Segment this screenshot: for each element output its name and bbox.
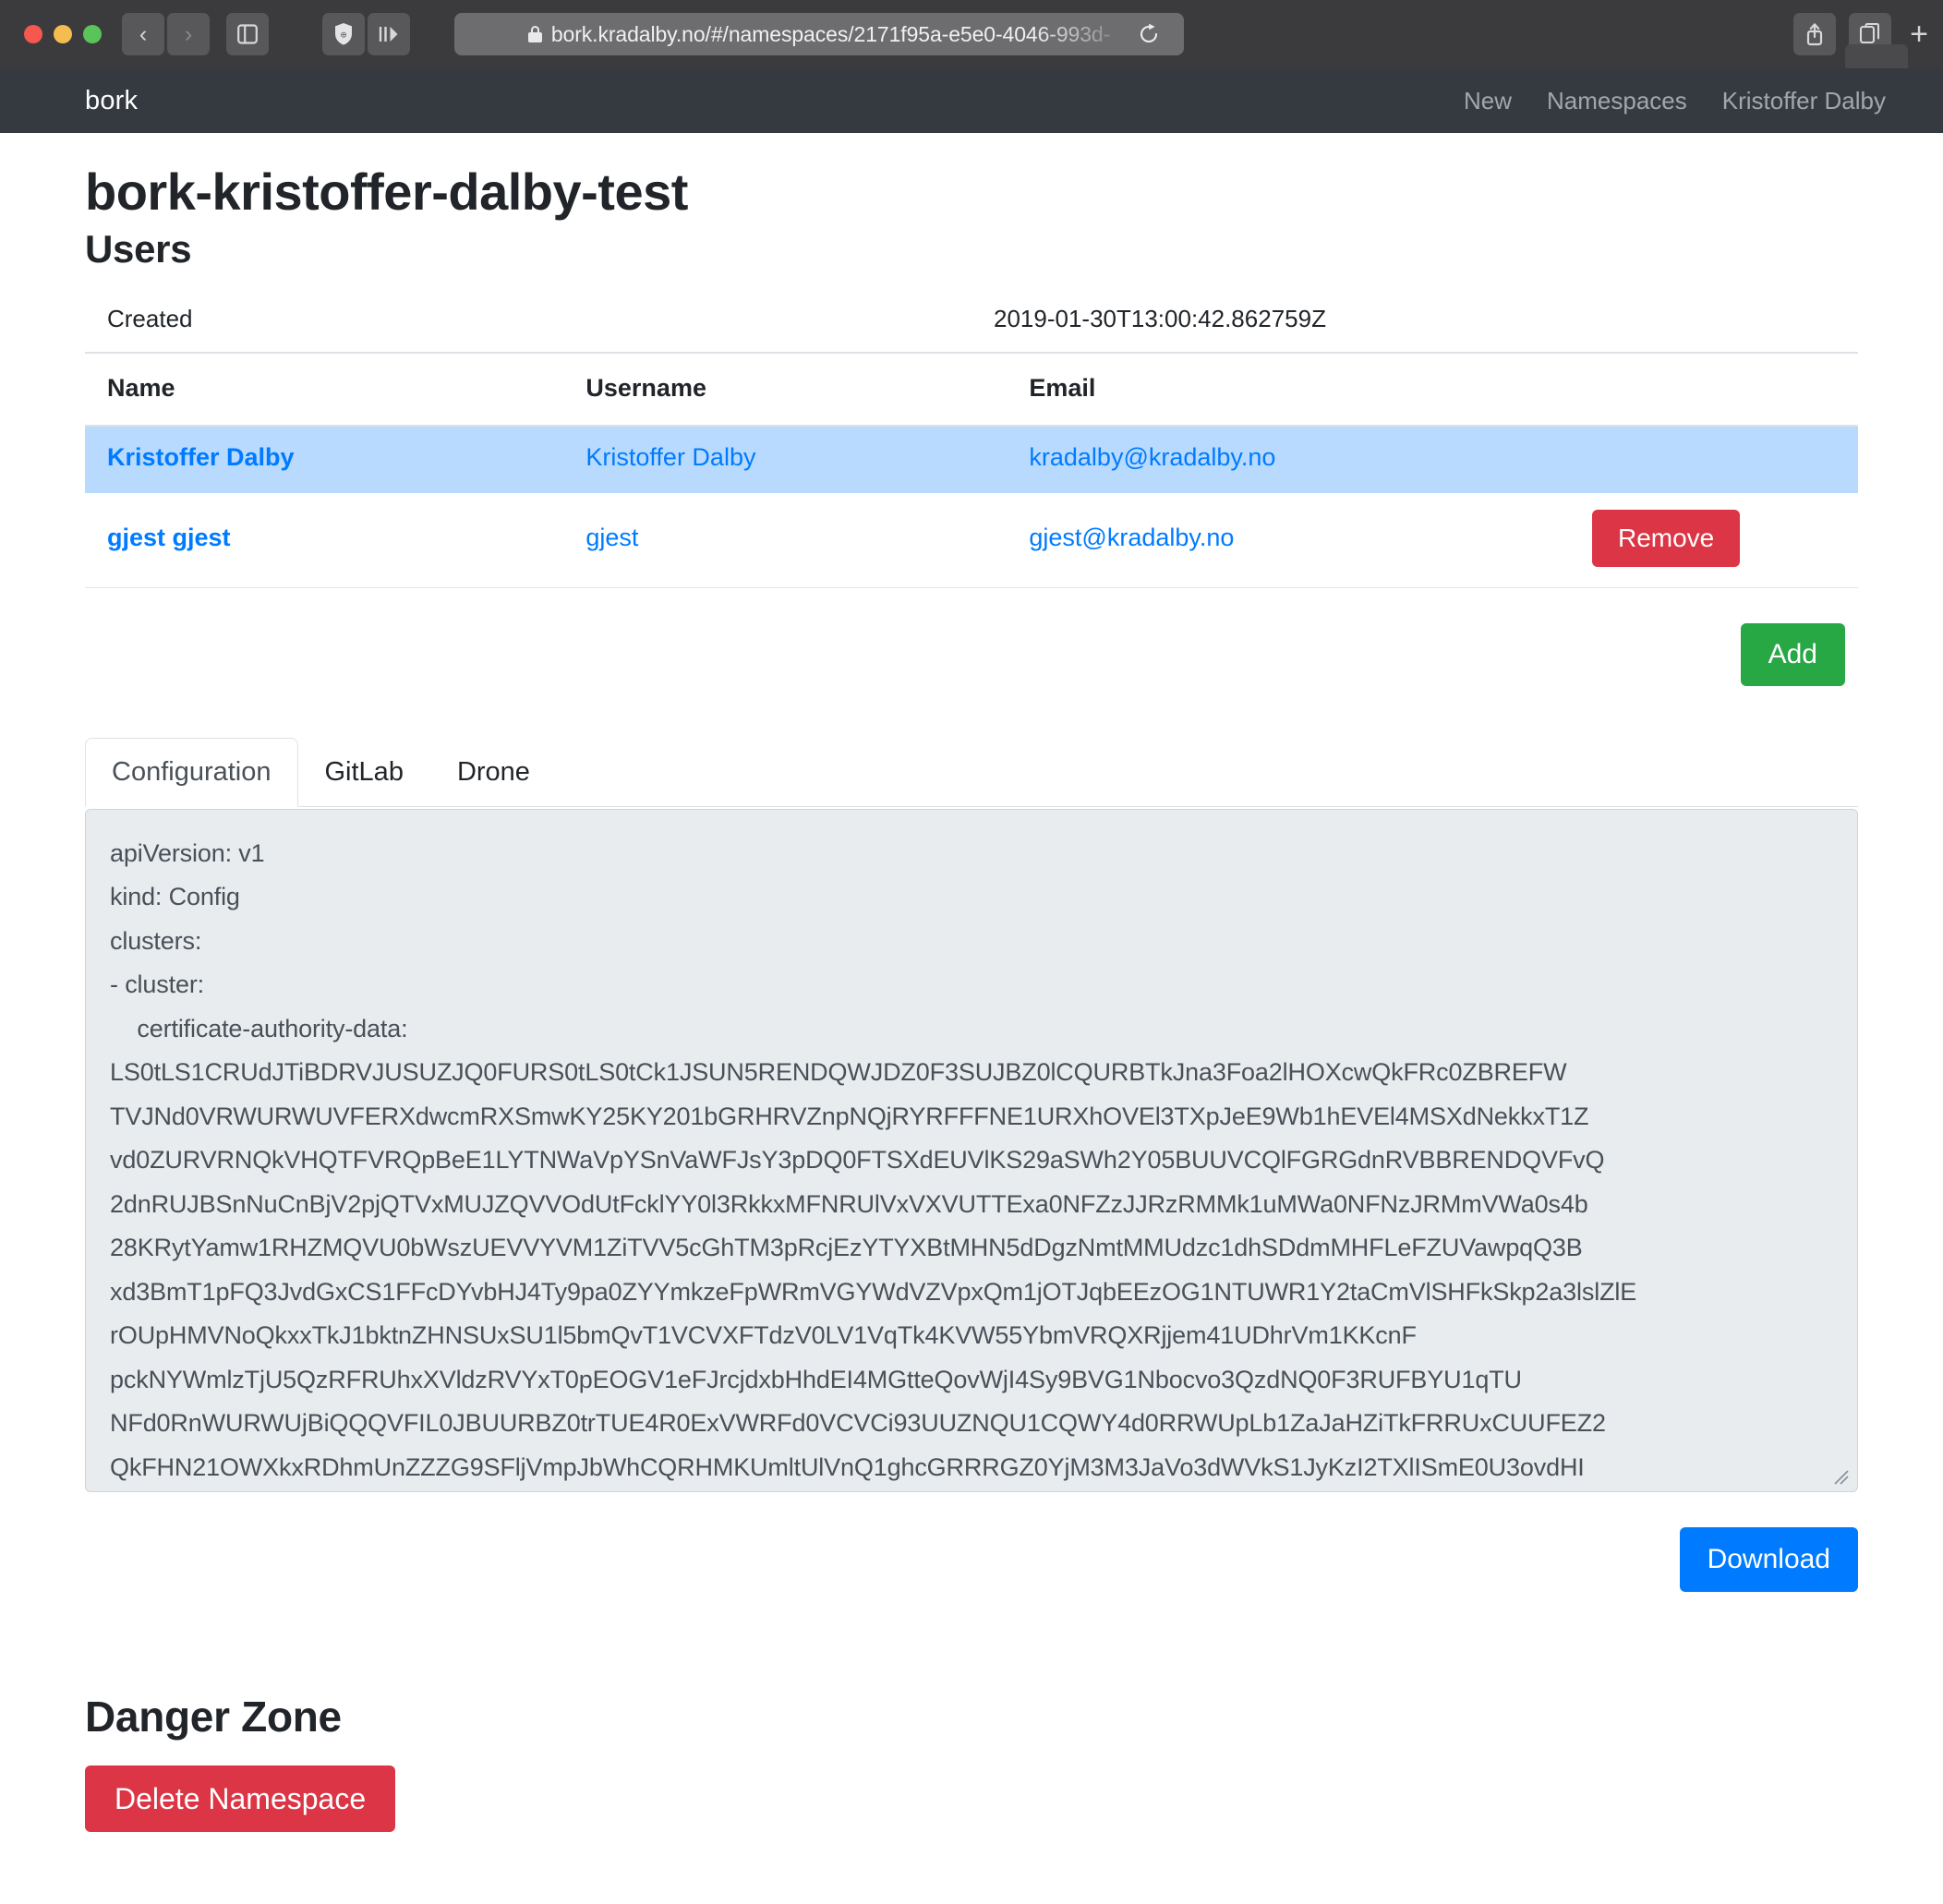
config-ca-data-line: NFd0RnWURWUjBiQQQVFIL0JBUURBZ0trTUE4R0Ex… xyxy=(110,1409,1606,1438)
config-tabs: Configuration GitLab Drone xyxy=(85,737,1858,807)
config-ca-data-line: QkFHN21OWXkxRDhmUnZZZG9SFljVmpJbWhCQRHMK… xyxy=(110,1452,1585,1481)
created-value: 2019-01-30T13:00:42.862759Z xyxy=(972,289,1858,354)
users-header-row: Name Username Email xyxy=(85,353,1858,427)
navigation-buttons: ‹ › xyxy=(122,13,210,55)
reader-view-icon xyxy=(379,27,398,42)
close-window-button[interactable] xyxy=(24,25,42,43)
user-username[interactable]: gjest xyxy=(563,492,1008,588)
users-table: Name Username Email Kristoffer Dalby Kri… xyxy=(85,353,1858,588)
users-table-body: Kristoffer Dalby Kristoffer Dalby kradal… xyxy=(85,425,1858,588)
user-actions xyxy=(1591,425,1858,493)
delete-namespace-button[interactable]: Delete Namespace xyxy=(85,1765,396,1832)
config-ca-data-line: 28KRytYamw1RHZMQVU0bWszUEVVYVM1ZiTVV5cGh… xyxy=(110,1234,1583,1262)
maximize-window-button[interactable] xyxy=(83,25,102,43)
users-heading: Users xyxy=(85,227,192,271)
forward-button[interactable]: › xyxy=(167,13,210,55)
config-line: - cluster: xyxy=(110,970,205,999)
reader-view-button[interactable] xyxy=(368,13,410,55)
shield-icon: ⊕ xyxy=(335,23,352,45)
created-label: Created xyxy=(85,289,972,354)
tab-overview-icon xyxy=(1860,23,1880,44)
column-header-email: Email xyxy=(1007,353,1592,427)
add-user-row: Add xyxy=(85,588,1858,686)
minimize-window-button[interactable] xyxy=(54,25,72,43)
window-traffic-lights xyxy=(24,25,102,43)
config-ca-data-line: vd0ZURVRNQkVHQTFVRQpBeE1LYTNWaVpYSnVaWFJ… xyxy=(110,1146,1605,1175)
page-content: bork-kristoffer-dalby-test Users Created… xyxy=(0,133,1943,1832)
danger-zone-section: Danger Zone Delete Namespace xyxy=(85,1692,1858,1832)
table-row[interactable]: gjest gjest gjest gjest@kradalby.no Remo… xyxy=(85,492,1858,588)
shield-button[interactable]: ⊕ xyxy=(322,13,365,55)
tab-configuration[interactable]: Configuration xyxy=(85,737,298,807)
address-bar[interactable]: bork.kradalby.no/#/namespaces/2171f95a-e… xyxy=(454,13,1184,55)
add-user-button[interactable]: Add xyxy=(1740,622,1845,686)
user-username[interactable]: Kristoffer Dalby xyxy=(563,425,1008,493)
user-name[interactable]: gjest gjest xyxy=(85,492,564,588)
browser-toolbar: ‹ › ⊕ bork.kradalby.no/#/namespaces/2171… xyxy=(0,0,1943,68)
created-row: Created 2019-01-30T13:00:42.862759Z xyxy=(85,289,1858,354)
sidebar-toggle-button[interactable] xyxy=(226,13,269,55)
config-line: apiVersion: v1 xyxy=(110,838,265,867)
config-ca-data-line: pckNYWmlzTjU5QzRFRUhxXVldzRVYxT0pEOGV1eF… xyxy=(110,1365,1522,1393)
download-button[interactable]: Download xyxy=(1679,1526,1858,1592)
chevron-right-icon: › xyxy=(184,20,193,47)
new-tab-button[interactable]: + xyxy=(1904,18,1928,50)
sidebar-toggle-icon xyxy=(237,24,258,44)
app-navbar: bork New Namespaces Kristoffer Dalby xyxy=(0,68,1943,133)
reload-icon[interactable] xyxy=(1138,23,1160,45)
tab-gitlab[interactable]: GitLab xyxy=(298,738,430,807)
back-button[interactable]: ‹ xyxy=(122,13,164,55)
url-text: bork.kradalby.no/#/namespaces/2171f95a-e… xyxy=(550,21,1111,46)
config-ca-data-line: TVJNd0VRWURWUVFERXdwcmRXSmwKY25KY201bGRH… xyxy=(110,1102,1589,1130)
column-header-actions xyxy=(1591,353,1858,427)
user-email[interactable]: gjest@kradalby.no xyxy=(1007,492,1592,588)
configuration-textarea[interactable]: apiVersion: v1 kind: Config clusters: - … xyxy=(85,808,1858,1492)
share-icon xyxy=(1807,23,1823,46)
user-email[interactable]: kradalby@kradalby.no xyxy=(1007,425,1592,493)
user-name[interactable]: Kristoffer Dalby xyxy=(85,425,564,493)
page-title: bork-kristoffer-dalby-test xyxy=(85,163,688,221)
remove-user-button[interactable]: Remove xyxy=(1591,509,1741,567)
users-table-head: Name Username Email xyxy=(85,353,1858,427)
browser-tab-edge[interactable] xyxy=(1845,44,1908,68)
chevron-left-icon: ‹ xyxy=(139,20,148,47)
user-actions: Remove xyxy=(1591,492,1858,588)
svg-text:⊕: ⊕ xyxy=(340,30,347,40)
address-bar-content: bork.kradalby.no/#/namespaces/2171f95a-e… xyxy=(527,21,1111,47)
content-blocker-group: ⊕ xyxy=(322,13,410,55)
nav-link-namespaces[interactable]: Namespaces xyxy=(1547,87,1687,115)
config-tabs-section: Configuration GitLab Drone apiVersion: v… xyxy=(85,737,1858,1592)
tab-drone[interactable]: Drone xyxy=(430,738,557,807)
danger-zone-title: Danger Zone xyxy=(85,1692,342,1741)
nav-link-user[interactable]: Kristoffer Dalby xyxy=(1722,87,1886,115)
share-button[interactable] xyxy=(1793,13,1837,55)
config-ca-data-line: xd3BmT1pFQ3JvdGxCS1FFcDYvbHJ4Ty9pa0ZYYmk… xyxy=(110,1277,1637,1306)
column-header-name: Name xyxy=(85,353,564,427)
nav-link-new[interactable]: New xyxy=(1464,87,1512,115)
navbar-links: New Namespaces Kristoffer Dalby xyxy=(1464,87,1886,115)
config-line: clusters: xyxy=(110,926,202,955)
config-ca-data-line: LS0tLS1CRUdJTiBDRVJUSUZJQ0FURS0tLS0tCk1J… xyxy=(110,1058,1567,1087)
lock-icon xyxy=(527,26,542,42)
brand-logo[interactable]: bork xyxy=(85,86,138,116)
config-ca-data-line: 2dnRUJBSnNuCnBjV2pjQTVxMUJZQVVOdUtFcklYY… xyxy=(110,1189,1588,1218)
namespace-meta-table: Created 2019-01-30T13:00:42.862759Z xyxy=(85,289,1858,354)
table-row[interactable]: Kristoffer Dalby Kristoffer Dalby kradal… xyxy=(85,425,1858,493)
download-row: Download xyxy=(85,1492,1858,1592)
config-ca-data-line: rOUpHMVNoQkxxTkJ1bktnZHNSUxSU1l5bmQvT1VC… xyxy=(110,1321,1417,1350)
config-line: kind: Config xyxy=(110,883,240,911)
column-header-username: Username xyxy=(563,353,1008,427)
config-line: certificate-authority-data: xyxy=(110,1014,408,1042)
resize-grip-icon[interactable] xyxy=(1831,1467,1852,1488)
